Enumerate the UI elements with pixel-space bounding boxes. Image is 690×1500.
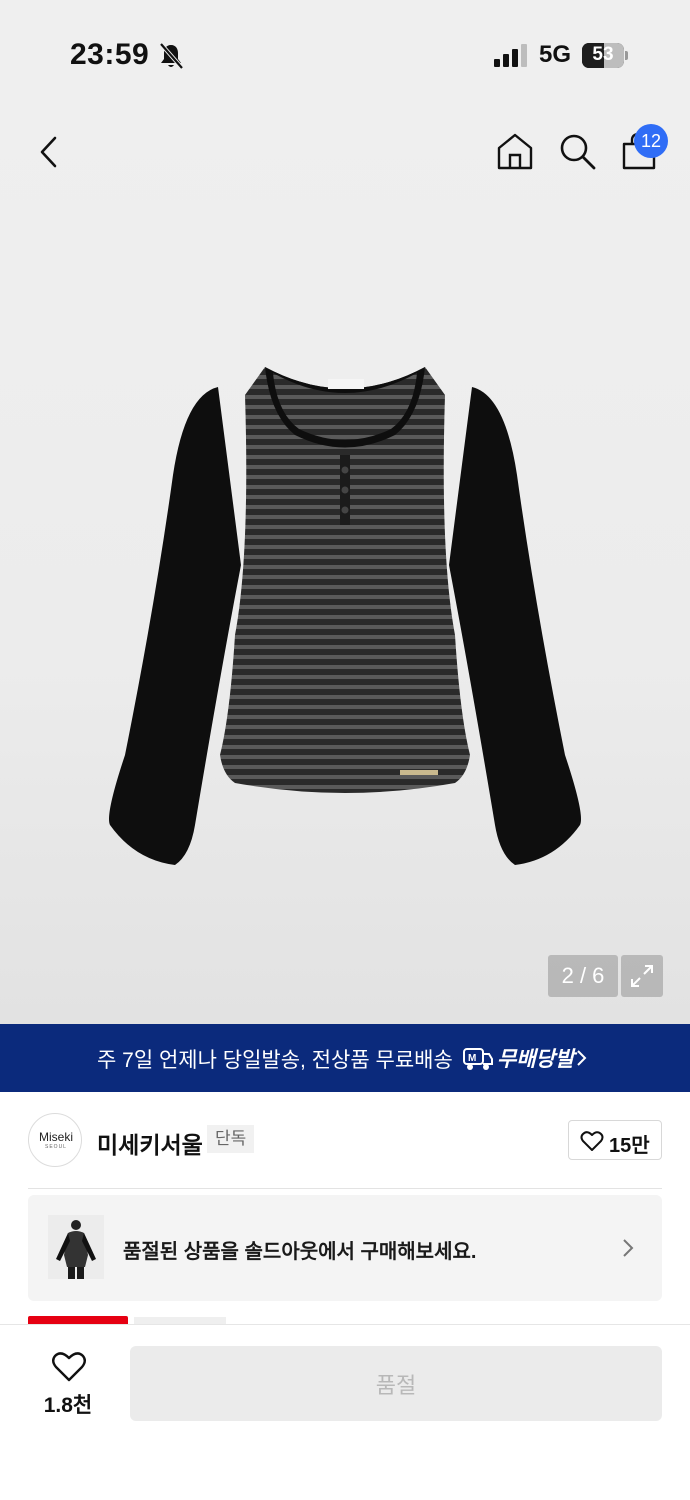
back-icon[interactable] (30, 132, 70, 172)
brand-logo-text: Miseki (38, 1130, 73, 1144)
network-label: 5G (539, 41, 572, 68)
battery-indicator: 53 (582, 43, 628, 68)
bell-muted-icon (159, 42, 184, 70)
battery-percent: 53 (592, 44, 614, 65)
image-counter: 2 / 6 (548, 955, 618, 997)
product-like-button[interactable]: 1.8천 (30, 1345, 106, 1425)
chevron-right-icon (623, 1239, 634, 1257)
brand-row: Miseki SEOUL 미세키서울 단독 15만 (0, 1092, 690, 1190)
promo-brand: 무배당발 (497, 1048, 575, 1071)
promo-text: 주 7일 언제나 당일발송, 전상품 무료배송 (97, 1049, 453, 1072)
status-time: 23:59 (70, 38, 150, 71)
expand-icon (631, 965, 653, 987)
model-thumbnail (48, 1215, 104, 1279)
free-shipping-banner[interactable]: 주 7일 언제나 당일발송, 전상품 무료배송 M 무배당발 (0, 1024, 690, 1092)
sale-tag-partial (28, 1316, 128, 1324)
expand-image-button[interactable] (621, 955, 663, 997)
divider (28, 1188, 662, 1189)
product-like-count: 1.8천 (43, 1394, 93, 1417)
exclusive-badge: 단독 (207, 1125, 255, 1153)
product-image[interactable] (95, 355, 595, 865)
status-bar: 23:59 5G 53 (0, 0, 690, 110)
home-icon[interactable] (494, 130, 536, 172)
brand-logo[interactable]: Miseki SEOUL (28, 1113, 82, 1167)
cart-count-badge: 12 (634, 124, 668, 158)
delivery-truck-icon: M (463, 1048, 493, 1070)
info-tag-partial (134, 1317, 226, 1324)
svg-text:M: M (468, 1053, 476, 1064)
brand-like-button[interactable]: 15만 (568, 1120, 662, 1160)
product-gallery[interactable]: 12 2 / 6 (0, 110, 690, 1024)
search-icon[interactable] (556, 130, 598, 172)
bottom-action-bar: 1.8천 품절 (0, 1324, 690, 1500)
heart-icon (52, 1352, 86, 1382)
soldout-link-card[interactable]: 품절된 상품을 솔드아웃에서 구매해보세요. (28, 1195, 662, 1301)
brand-name[interactable]: 미세키서울 (97, 1126, 203, 1160)
heart-icon (580, 1131, 604, 1151)
brand-like-count: 15만 (609, 1135, 650, 1157)
signal-icon (494, 44, 527, 67)
soldout-card-text: 품절된 상품을 솔드아웃에서 구매해보세요. (123, 1241, 477, 1263)
brand-logo-subtext: SEOUL (45, 1144, 67, 1150)
chevron-right-icon (577, 1050, 587, 1066)
soldout-button[interactable]: 품절 (130, 1346, 662, 1421)
